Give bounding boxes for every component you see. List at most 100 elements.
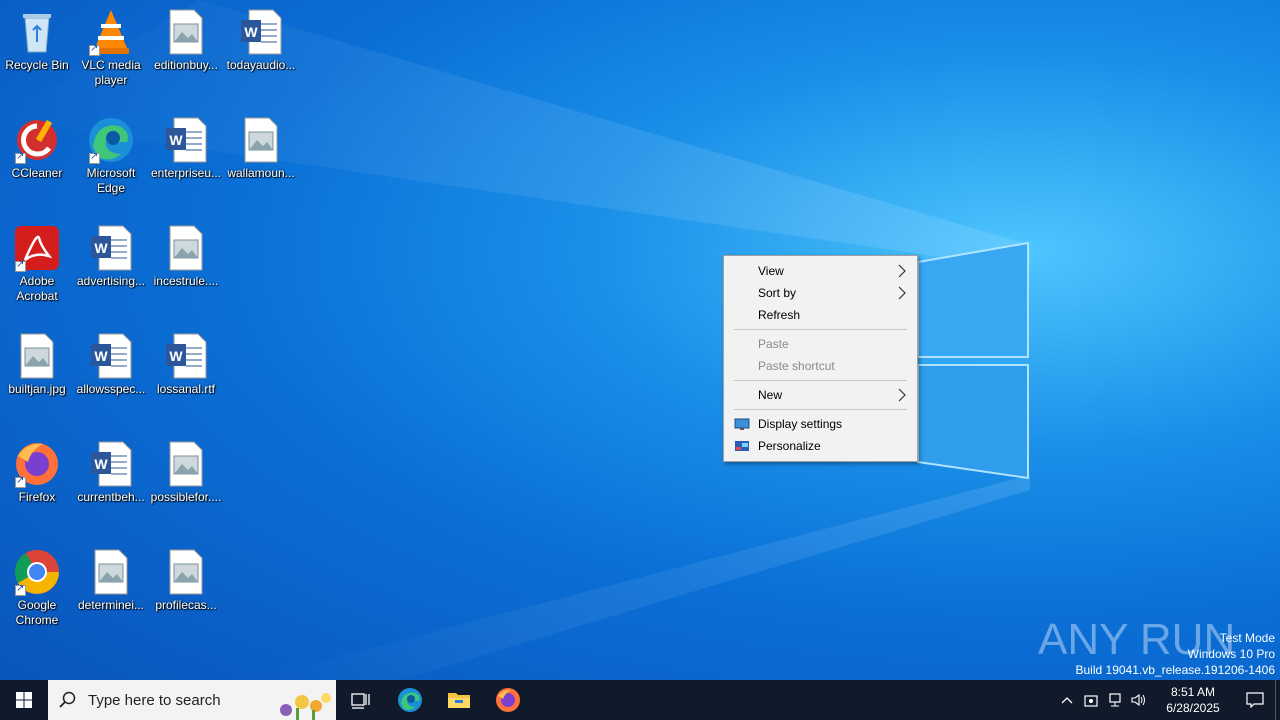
show-hidden-icons-button[interactable]: [1055, 680, 1079, 720]
desktop-icon-label: Adobe Acrobat: [16, 274, 58, 303]
desktop-icon[interactable]: Adobe Acrobat: [1, 216, 73, 316]
edge-icon: [397, 688, 422, 712]
desktop-icon-label: currentbeh...: [77, 490, 145, 504]
task-view-button[interactable]: [336, 680, 385, 720]
taskbar-firefox-button[interactable]: [483, 680, 532, 720]
desktop-icon[interactable]: Microsoft Edge: [75, 108, 147, 208]
menu-item-view[interactable]: View: [724, 260, 917, 282]
image-file-icon: [162, 8, 210, 56]
desktop-icon-label: determinei...: [77, 598, 145, 612]
desktop-icon[interactable]: Wtodayaudio...: [225, 0, 297, 100]
menu-separator: [734, 380, 907, 381]
desktop-icon-label: incestrule....: [153, 274, 219, 288]
network-icon: [1109, 693, 1121, 707]
desktop-icon-label: VLC media player: [81, 58, 141, 87]
desktop-icon-label: profilecas...: [155, 598, 217, 612]
desktop-icon[interactable]: Google Chrome: [1, 540, 73, 640]
taskbar: Type here to search 8:51 AM 6/28/2025: [0, 680, 1280, 720]
image-file-icon: [162, 548, 210, 596]
word-file-icon: W: [87, 440, 135, 488]
desktop-icon-label: CCleaner: [11, 166, 63, 180]
action-center-button[interactable]: [1235, 680, 1275, 720]
desktop-icon[interactable]: Wenterpriseu...: [150, 108, 222, 208]
desktop-icon[interactable]: profilecas...: [150, 540, 222, 640]
taskbar-clock[interactable]: 8:51 AM 6/28/2025: [1155, 684, 1231, 716]
menu-separator: [734, 329, 907, 330]
svg-text:W: W: [94, 348, 108, 364]
desktop-icon[interactable]: CCleaner: [1, 108, 73, 208]
svg-text:W: W: [169, 348, 183, 364]
windows-logo-icon: [16, 692, 32, 708]
menu-item-paste[interactable]: Paste: [724, 333, 917, 355]
taskbar-edge-button[interactable]: [385, 680, 434, 720]
desktop-icon[interactable]: Recycle Bin: [1, 0, 73, 100]
desktop-icon[interactable]: incestrule....: [150, 216, 222, 316]
shortcut-arrow-icon: [15, 259, 26, 272]
watermark-build: Build 19041.vb_release.191206-1406: [1075, 663, 1276, 677]
menu-item-paste-shortcut[interactable]: Paste shortcut: [724, 355, 917, 377]
menu-label-personalize: Personalize: [758, 439, 821, 453]
menu-item-new[interactable]: New: [724, 384, 917, 406]
shortcut-arrow-icon: [15, 475, 26, 488]
menu-separator: [734, 409, 907, 410]
desktop-icon[interactable]: VLC media player: [75, 0, 147, 100]
search-icon: [59, 691, 76, 708]
desktop-icon-label: enterpriseu...: [150, 166, 222, 180]
chrome-icon: [13, 548, 61, 596]
desktop-icon-label: editionbuy...: [154, 58, 218, 72]
desktop-icon[interactable]: wallamoun...: [225, 108, 297, 208]
desktop-icon[interactable]: determinei...: [75, 540, 147, 640]
desktop-icon-label: Microsoft Edge: [86, 166, 136, 195]
watermark-edition: Windows 10 Pro: [1187, 647, 1275, 661]
submenu-arrow-icon: [898, 388, 906, 402]
recycle-bin-icon: [13, 8, 61, 56]
menu-label-view: View: [758, 264, 784, 278]
volume-icon: [1131, 693, 1145, 707]
ccleaner-icon: [13, 116, 61, 164]
start-button[interactable]: [0, 680, 48, 720]
search-placeholder: Type here to search: [88, 691, 221, 709]
desktop-icon[interactable]: Wadvertising...: [75, 216, 147, 316]
menu-label-display-settings: Display settings: [758, 417, 843, 431]
tray-icon-volume[interactable]: [1127, 680, 1151, 720]
desktop-icon[interactable]: possiblefor....: [150, 432, 222, 532]
menu-label-refresh: Refresh: [758, 308, 801, 322]
desktop-icon[interactable]: Firefox: [1, 432, 73, 532]
shortcut-arrow-icon: [89, 43, 100, 56]
file-explorer-icon: [447, 693, 470, 708]
desktop-icon[interactable]: Wallowsspec...: [75, 324, 147, 424]
desktop-icon-label: lossanal.rtf: [156, 382, 216, 396]
taskbar-search-box[interactable]: Type here to search: [48, 680, 336, 720]
desktop-icon[interactable]: Wcurrentbeh...: [75, 432, 147, 532]
word-file-icon: W: [87, 332, 135, 380]
desktop-icon-label: Recycle Bin: [5, 58, 69, 72]
chevron-up-icon: [1061, 697, 1073, 704]
word-file-icon: W: [237, 8, 285, 56]
shortcut-arrow-icon: [15, 151, 26, 164]
display-settings-icon: [734, 418, 750, 430]
desktop-icon-label: todayaudio...: [226, 58, 296, 72]
taskbar-file-explorer-button[interactable]: [434, 680, 483, 720]
submenu-arrow-icon: [898, 264, 906, 278]
menu-item-personalize[interactable]: Personalize: [724, 435, 917, 457]
tray-icon-security[interactable]: [1079, 680, 1103, 720]
tray-icon-network[interactable]: [1103, 680, 1127, 720]
vlc-icon: [87, 8, 135, 56]
show-desktop-button[interactable]: [1275, 680, 1280, 720]
svg-text:W: W: [244, 24, 258, 40]
desktop-icon[interactable]: builtjan.jpg: [1, 324, 73, 424]
menu-item-display-settings[interactable]: Display settings: [724, 413, 917, 435]
system-tray: 8:51 AM 6/28/2025: [1055, 680, 1280, 720]
desktop-icon[interactable]: editionbuy...: [150, 0, 222, 100]
menu-item-sort-by[interactable]: Sort by: [724, 282, 917, 304]
svg-text:W: W: [94, 240, 108, 256]
menu-item-refresh[interactable]: Refresh: [724, 304, 917, 326]
menu-label-paste: Paste: [758, 337, 789, 351]
image-file-icon: [237, 116, 285, 164]
task-view-icon: [350, 693, 370, 709]
word-file-icon: W: [87, 224, 135, 272]
desktop-icon[interactable]: Wlossanal.rtf: [150, 324, 222, 424]
desktop-icon-label: possiblefor....: [150, 490, 222, 504]
menu-label-paste-shortcut: Paste shortcut: [758, 359, 835, 373]
desktop-icon-label: wallamoun...: [227, 166, 295, 180]
